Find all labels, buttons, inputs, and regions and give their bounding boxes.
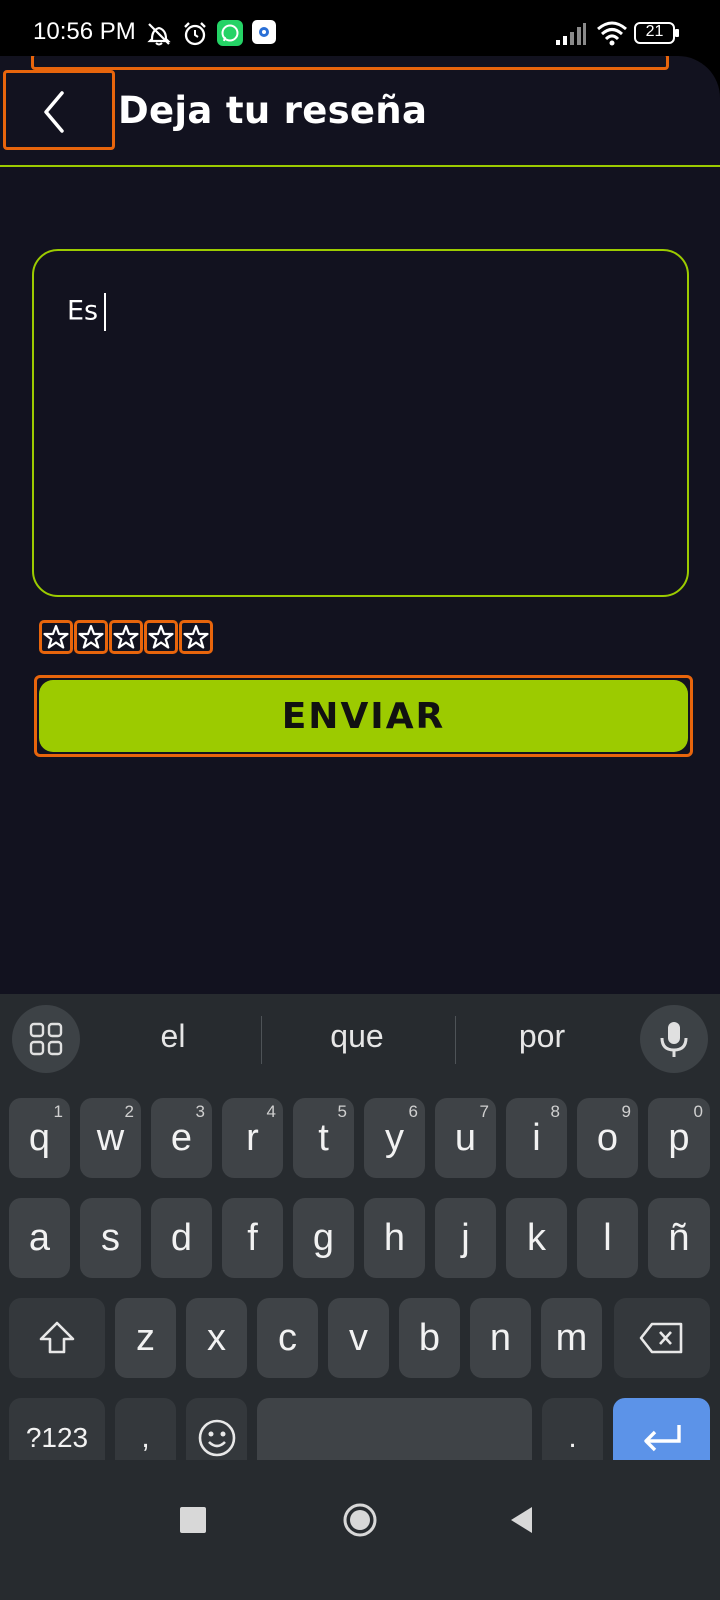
key-n[interactable]: n — [470, 1298, 531, 1378]
emoji-icon — [198, 1419, 235, 1457]
whatsapp-icon — [217, 20, 243, 51]
key-q[interactable]: q1 — [9, 1098, 70, 1178]
key-label: e — [170, 1116, 193, 1159]
key-hint: 9 — [621, 1102, 631, 1121]
key-b[interactable]: b — [399, 1298, 460, 1378]
key-u[interactable]: u7 — [435, 1098, 496, 1178]
key-f[interactable]: f — [222, 1198, 283, 1278]
star-icon — [43, 624, 69, 649]
back-triangle-icon — [511, 1507, 532, 1533]
key-x[interactable]: x — [186, 1298, 247, 1378]
star-icon — [78, 624, 104, 649]
key-k[interactable]: k — [506, 1198, 567, 1278]
key-label: y — [385, 1116, 404, 1159]
back-nav-button[interactable] — [508, 1505, 536, 1535]
key-r[interactable]: r4 — [222, 1098, 283, 1178]
key-m[interactable]: m — [541, 1298, 602, 1378]
key-o[interactable]: o9 — [577, 1098, 638, 1178]
review-screen: Deja tu reseña Es ENVIAR — [0, 56, 720, 994]
key-t[interactable]: t5 — [293, 1098, 354, 1178]
battery-icon: 21 — [634, 21, 680, 50]
key-g[interactable]: g — [293, 1198, 354, 1278]
page-title: Deja tu reseña — [118, 89, 428, 132]
key-hint: 4 — [266, 1102, 276, 1121]
text-cursor — [104, 293, 107, 331]
key-hint: 7 — [479, 1102, 489, 1121]
home-button[interactable] — [343, 1503, 377, 1537]
keyboard-menu-button[interactable] — [12, 1005, 80, 1073]
review-text-area[interactable]: Es — [32, 249, 689, 597]
app-header: Deja tu reseña — [0, 56, 720, 167]
star-icon — [113, 624, 139, 649]
star-icon — [183, 624, 209, 649]
key-h[interactable]: h — [364, 1198, 425, 1278]
key-j[interactable]: j — [435, 1198, 496, 1278]
microphone-icon — [660, 1022, 688, 1057]
key-label: o — [596, 1116, 619, 1159]
review-text-value: Es — [67, 295, 99, 327]
enter-icon — [643, 1425, 681, 1452]
key-label: r — [246, 1116, 259, 1159]
mute-bell-icon — [145, 20, 173, 53]
key-hint: 1 — [53, 1102, 63, 1121]
star-2[interactable] — [74, 620, 108, 654]
star-3[interactable] — [109, 620, 143, 654]
alarm-icon — [181, 20, 209, 53]
star-5[interactable] — [179, 620, 213, 654]
suggestion-2[interactable]: que — [277, 1018, 437, 1055]
star-1[interactable] — [39, 620, 73, 654]
status-time: 10:56 PM — [33, 18, 136, 45]
key-y[interactable]: y6 — [364, 1098, 425, 1178]
shift-icon — [39, 1321, 75, 1354]
voice-input-button[interactable] — [640, 1005, 708, 1073]
chevron-left-icon — [44, 91, 64, 133]
home-icon — [343, 1503, 377, 1537]
send-button-label: ENVIAR — [39, 680, 688, 752]
suggestion-1[interactable]: el — [93, 1018, 253, 1055]
backspace-key[interactable] — [614, 1298, 710, 1378]
send-button[interactable]: ENVIAR — [34, 675, 693, 757]
battery-level: 21 — [645, 23, 664, 40]
key-label: i — [532, 1116, 541, 1159]
review-text-wrapper: Es — [67, 293, 107, 331]
signal-icon — [555, 22, 587, 51]
key-i[interactable]: i8 — [506, 1098, 567, 1178]
recents-button[interactable] — [180, 1507, 206, 1533]
app-notification-icon — [252, 20, 276, 49]
key-hint: 0 — [693, 1102, 703, 1121]
suggestion-divider — [455, 1016, 456, 1064]
suggestion-3[interactable]: por — [462, 1018, 622, 1055]
backspace-icon — [639, 1322, 683, 1354]
key-d[interactable]: d — [151, 1198, 212, 1278]
key-hint: 2 — [124, 1102, 134, 1121]
key-hint: 6 — [408, 1102, 418, 1121]
key-label: p — [668, 1116, 690, 1159]
key-hint: 5 — [337, 1102, 347, 1121]
suggestion-divider — [261, 1016, 262, 1064]
key-p[interactable]: p0 — [648, 1098, 710, 1178]
key-v[interactable]: v — [328, 1298, 389, 1378]
key-n-tilde[interactable]: ñ — [648, 1198, 710, 1278]
key-label: u — [454, 1116, 477, 1159]
star-4[interactable] — [144, 620, 178, 654]
system-navigation-bar — [0, 1460, 720, 1600]
key-l[interactable]: l — [577, 1198, 638, 1278]
suggestion-bar: el que por — [0, 994, 720, 1080]
key-w[interactable]: w2 — [80, 1098, 141, 1178]
shift-key[interactable] — [9, 1298, 105, 1378]
key-z[interactable]: z — [115, 1298, 176, 1378]
key-e[interactable]: e3 — [151, 1098, 212, 1178]
back-button[interactable] — [3, 70, 115, 150]
key-label: w — [96, 1116, 125, 1159]
wifi-icon — [596, 20, 628, 51]
key-label: t — [318, 1116, 329, 1159]
key-label: q — [28, 1116, 51, 1159]
grid-icon — [29, 1022, 63, 1056]
key-s[interactable]: s — [80, 1198, 141, 1278]
key-c[interactable]: c — [257, 1298, 318, 1378]
key-a[interactable]: a — [9, 1198, 70, 1278]
key-hint: 3 — [195, 1102, 205, 1121]
key-hint: 8 — [550, 1102, 560, 1121]
star-icon — [148, 624, 174, 649]
